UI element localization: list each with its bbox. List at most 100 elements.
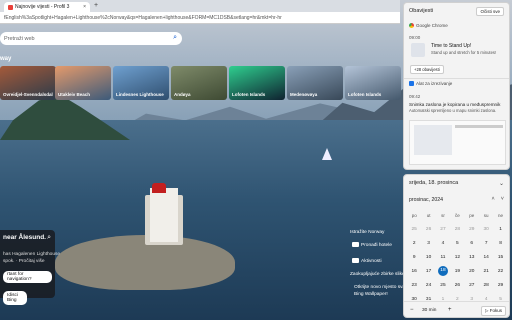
calendar-day[interactable]: 15 bbox=[493, 255, 507, 260]
snip-notification-body: Automatski spremljeno u mapu snimki zasl… bbox=[409, 108, 497, 113]
increase-minutes-button[interactable]: + bbox=[448, 307, 452, 313]
calendar-day[interactable]: 4 bbox=[436, 241, 450, 246]
weekday-header: po ut sr če pe su ne bbox=[407, 208, 508, 222]
weekday-label: su bbox=[483, 212, 489, 218]
weekday-label: ut bbox=[426, 212, 431, 218]
calendar-grid: po ut sr če pe su ne 25 26 27 28 29 30 1 2 3 4 5 6 7 8 9 10 11 1… bbox=[407, 208, 508, 306]
search-icon[interactable]: ⌕ bbox=[47, 234, 51, 242]
calendar-day[interactable]: 29 bbox=[465, 227, 479, 232]
calendar-day[interactable]: 23 bbox=[407, 283, 421, 288]
snipping-tool-app-label: Alat za izrezivanje bbox=[409, 81, 452, 86]
address-bar[interactable]: fEnglish%3aSpotlight+Hagalen+Lighthouse%… bbox=[0, 12, 400, 24]
camera-icon bbox=[352, 258, 359, 263]
calendar-day[interactable]: 29 bbox=[493, 283, 507, 288]
calendar-day[interactable]: 28 bbox=[450, 227, 464, 232]
notification-title: Time to Stand Up! bbox=[431, 43, 472, 49]
wallpaper-promo-line1[interactable]: Otkrijte novo mjesto svake bbox=[354, 285, 410, 290]
thumbnail-card[interactable]: Andøya bbox=[171, 66, 227, 100]
weekday-label: če bbox=[454, 212, 460, 218]
calendar-week: 9 10 11 12 13 14 15 bbox=[407, 250, 508, 264]
calendar-day[interactable]: 25 bbox=[407, 227, 421, 232]
calendar-day[interactable]: 1 bbox=[493, 227, 507, 232]
notification-time: 09:00 bbox=[409, 35, 421, 40]
notification-card[interactable]: Time to Stand Up! Stand up and stretch f… bbox=[409, 41, 506, 61]
calendar-day[interactable]: 27 bbox=[436, 227, 450, 232]
calendar-day[interactable]: 9 bbox=[407, 255, 421, 260]
wallpaper-promo-line2[interactable]: Bing Wallpaper! bbox=[354, 292, 388, 297]
calendar-day[interactable]: 30 bbox=[479, 227, 493, 232]
thumbnail-card[interactable]: Lofoten Islands bbox=[345, 66, 401, 100]
search-input[interactable]: Pretraži web bbox=[4, 36, 35, 42]
month-navigation: ˄ ˅ bbox=[491, 196, 504, 202]
decrease-minutes-button[interactable]: − bbox=[410, 307, 414, 313]
notification-body: Stand up and stretch for 5 minutes! bbox=[431, 50, 497, 55]
calendar-week: 23 24 25 26 27 28 29 bbox=[407, 278, 508, 292]
calendar-day[interactable]: 19 bbox=[450, 269, 464, 274]
calendar-day[interactable]: 12 bbox=[450, 255, 464, 260]
info-read-more-link[interactable]: spok. · Pročitaj više bbox=[3, 258, 52, 265]
calendar-day[interactable]: 26 bbox=[421, 227, 435, 232]
calendar-day[interactable]: 8 bbox=[493, 241, 507, 246]
collapse-chevron-icon[interactable]: ⌄ bbox=[499, 180, 504, 187]
clear-all-button[interactable]: Očisti sve bbox=[476, 7, 504, 16]
calendar-day[interactable]: 10 bbox=[421, 255, 435, 260]
weekday-label: po bbox=[411, 212, 417, 218]
new-tab-button[interactable]: + bbox=[94, 2, 98, 9]
info-line-1: has Hagalenen Lighthouse bbox=[3, 252, 61, 257]
next-month-icon[interactable]: ˅ bbox=[501, 196, 504, 202]
calendar-day[interactable]: 25 bbox=[436, 283, 450, 288]
calendar-day[interactable]: 22 bbox=[493, 269, 507, 274]
close-tab-icon[interactable]: × bbox=[83, 4, 86, 10]
calendar-flyout: srijeda, 18. prosinca ⌄ prosinac, 2024 ˄… bbox=[403, 174, 510, 318]
calendar-day[interactable]: 24 bbox=[421, 283, 435, 288]
tab-bar: Najnovije vijesti - Profil 3 × + bbox=[0, 0, 400, 12]
snip-notification-title[interactable]: Snimka zaslona je kopirana u međuspremni… bbox=[409, 102, 500, 107]
calendar-day[interactable]: 17 bbox=[421, 269, 435, 274]
calendar-day[interactable]: 21 bbox=[479, 269, 493, 274]
thumbnail-card[interactable]: Ovreidjel-Svenndalsdal bbox=[0, 66, 56, 100]
thumbnail-card[interactable]: Medenøvøya bbox=[287, 66, 343, 100]
calendar-day[interactable]: 13 bbox=[465, 255, 479, 260]
thumbnail-card[interactable]: Utakleiv Beach bbox=[55, 66, 111, 100]
calendar-day[interactable]: 11 bbox=[436, 255, 450, 260]
notification-time: 09:42 bbox=[409, 94, 421, 99]
section-title: way bbox=[0, 56, 12, 62]
explore-link[interactable]: Istražite Norway bbox=[350, 230, 384, 235]
more-notifications-button[interactable]: +28 obavijesti bbox=[410, 65, 444, 74]
thumbnail-card[interactable]: Lindesnes Lighthouse bbox=[113, 66, 169, 100]
focus-minutes: 30 min bbox=[422, 308, 437, 313]
screenshot-preview[interactable] bbox=[409, 120, 506, 165]
calendar-day[interactable]: 26 bbox=[450, 283, 464, 288]
calendar-day[interactable]: 2 bbox=[407, 241, 421, 246]
calendar-day-today[interactable]: 18 bbox=[436, 266, 450, 276]
thumbnail-strip: Ovreidjel-Svenndalsdal Utakleiv Beach Li… bbox=[0, 66, 401, 100]
calendar-day[interactable]: 7 bbox=[479, 241, 493, 246]
calendar-day[interactable]: 20 bbox=[465, 269, 479, 274]
calendar-day[interactable]: 16 bbox=[407, 269, 421, 274]
calendar-day[interactable]: 3 bbox=[421, 241, 435, 246]
search-box[interactable]: Pretraži web ⌕ bbox=[0, 32, 182, 45]
info-title: near Ålesund. bbox=[3, 234, 46, 241]
calendar-day[interactable]: 28 bbox=[479, 283, 493, 288]
tab-title: Najnovije vijesti - Profil 3 bbox=[15, 4, 70, 10]
search-icon[interactable]: ⌕ bbox=[173, 34, 177, 42]
bed-icon bbox=[352, 242, 359, 247]
weekday-label: ne bbox=[498, 212, 504, 218]
calendar-day[interactable]: 6 bbox=[465, 241, 479, 246]
previous-month-icon[interactable]: ˄ bbox=[491, 196, 494, 202]
calendar-month-label[interactable]: prosinac, 2024 bbox=[409, 197, 443, 203]
calendar-day[interactable]: 5 bbox=[450, 241, 464, 246]
quiz-button[interactable]: Idisci Bing bbox=[3, 291, 27, 305]
weekday-label: pe bbox=[469, 212, 475, 218]
thumbnail-card[interactable]: Lofoten Islands bbox=[229, 66, 285, 100]
activities-link[interactable]: Aktivnosti bbox=[352, 258, 382, 264]
focus-button[interactable]: ▷ Fokus bbox=[481, 306, 506, 316]
lighthouse-tower bbox=[150, 188, 178, 242]
hotels-link[interactable]: Pronađi hotele bbox=[352, 242, 392, 248]
image-info-card: near Ålesund. ⌕ has Hagalenen Lighthouse… bbox=[0, 230, 61, 305]
calendar-day[interactable]: 27 bbox=[465, 283, 479, 288]
collections-link[interactable]: Zaokupljajuće zbirke slike bbox=[350, 272, 405, 277]
quiz-question-button[interactable]: rtant for navigation? bbox=[3, 271, 52, 283]
browser-tab[interactable]: Najnovije vijesti - Profil 3 × bbox=[4, 2, 90, 12]
calendar-day[interactable]: 14 bbox=[479, 255, 493, 260]
